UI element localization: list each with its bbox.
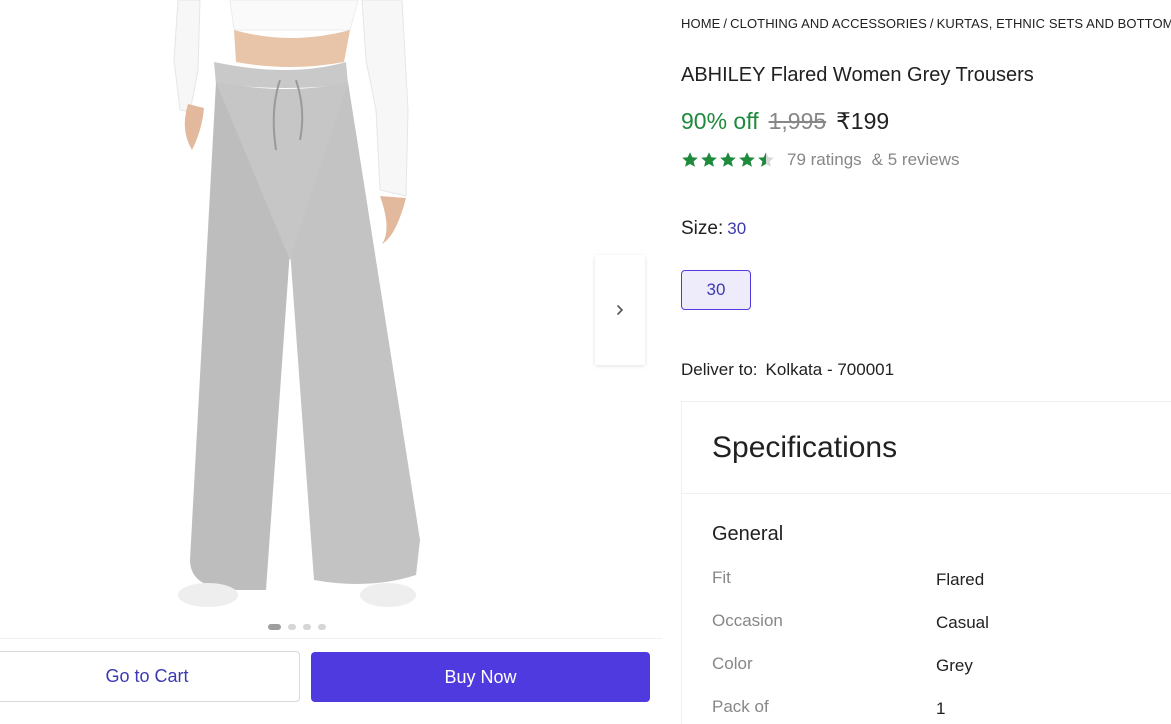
pagination-dot[interactable] (303, 624, 311, 630)
star-icon (739, 152, 755, 167)
size-label-text: Size: (681, 218, 724, 239)
selling-price: ₹199 (836, 108, 890, 134)
product-gallery: Go to Cart Buy Now (0, 0, 662, 724)
size-selector-label: Size: 30 (681, 218, 746, 240)
deliver-to-label: Deliver to: (681, 360, 758, 379)
spec-value: Casual (936, 613, 989, 632)
pagination-dot[interactable] (318, 624, 326, 630)
spec-value: Grey (936, 656, 973, 675)
size-option-30[interactable]: 30 (681, 270, 751, 310)
breadcrumb-home[interactable]: HOME (681, 16, 720, 31)
product-details: HOME / CLOTHING AND ACCESSORIES / KURTAS, ET… (681, 0, 1171, 724)
spec-key: Fit (712, 568, 731, 587)
spec-group-title: General (712, 523, 784, 545)
rating-row[interactable]: 79 ratings & 5 reviews (681, 150, 960, 170)
spec-key: Occasion (712, 611, 783, 630)
next-image-button[interactable] (595, 255, 645, 365)
specifications-heading: Specifications (682, 402, 1171, 494)
reviews-count: & 5 reviews (871, 150, 960, 169)
discount-percent: 90% off (681, 108, 759, 134)
delivery-pincode: Kolkata - 700001 (765, 360, 895, 379)
star-icon (720, 152, 736, 167)
original-price: 1,995 (768, 108, 827, 134)
breadcrumb-clothing[interactable]: CLOTHING AND ACCESSORIES (730, 16, 927, 31)
selected-size-value: 30 (727, 219, 747, 238)
product-title: ABHILEY Flared Women Grey Trousers (681, 64, 1034, 86)
breadcrumb: HOME / CLOTHING AND ACCESSORIES / KURTAS, ET… (681, 16, 1171, 31)
product-page: Go to Cart Buy Now HOME / CLOTHING AND ACC… (0, 0, 1171, 724)
star-rating (681, 151, 775, 169)
star-icon (701, 152, 717, 167)
action-bar: Go to Cart Buy Now (0, 638, 662, 724)
specifications-panel: Specifications General Fit Flared Occasi… (681, 401, 1171, 724)
star-icon (758, 152, 774, 167)
buy-now-button[interactable]: Buy Now (311, 652, 650, 702)
image-pagination-dots (268, 624, 326, 630)
pagination-dot[interactable] (268, 624, 281, 630)
delivery-location[interactable]: Deliver to: Kolkata - 700001 (681, 360, 894, 380)
spec-key: Pack of (712, 697, 769, 716)
spec-key: Color (712, 654, 753, 673)
breadcrumb-kurtas[interactable]: KURTAS, ETHNIC SETS AND BOTTOMS (937, 16, 1171, 31)
star-icon (682, 152, 698, 167)
chevron-right-icon (617, 305, 624, 315)
spec-value: Flared (936, 570, 985, 589)
breadcrumb-separator: / (929, 16, 934, 31)
product-image (173, 0, 420, 607)
go-to-cart-button[interactable]: Go to Cart (0, 651, 300, 702)
spec-value: 1 (936, 699, 946, 718)
pagination-dot[interactable] (288, 624, 296, 630)
breadcrumb-separator: / (723, 16, 728, 31)
ratings-count: 79 ratings (787, 150, 862, 169)
price-row: 90% off 1,995 ₹199 (681, 108, 889, 135)
